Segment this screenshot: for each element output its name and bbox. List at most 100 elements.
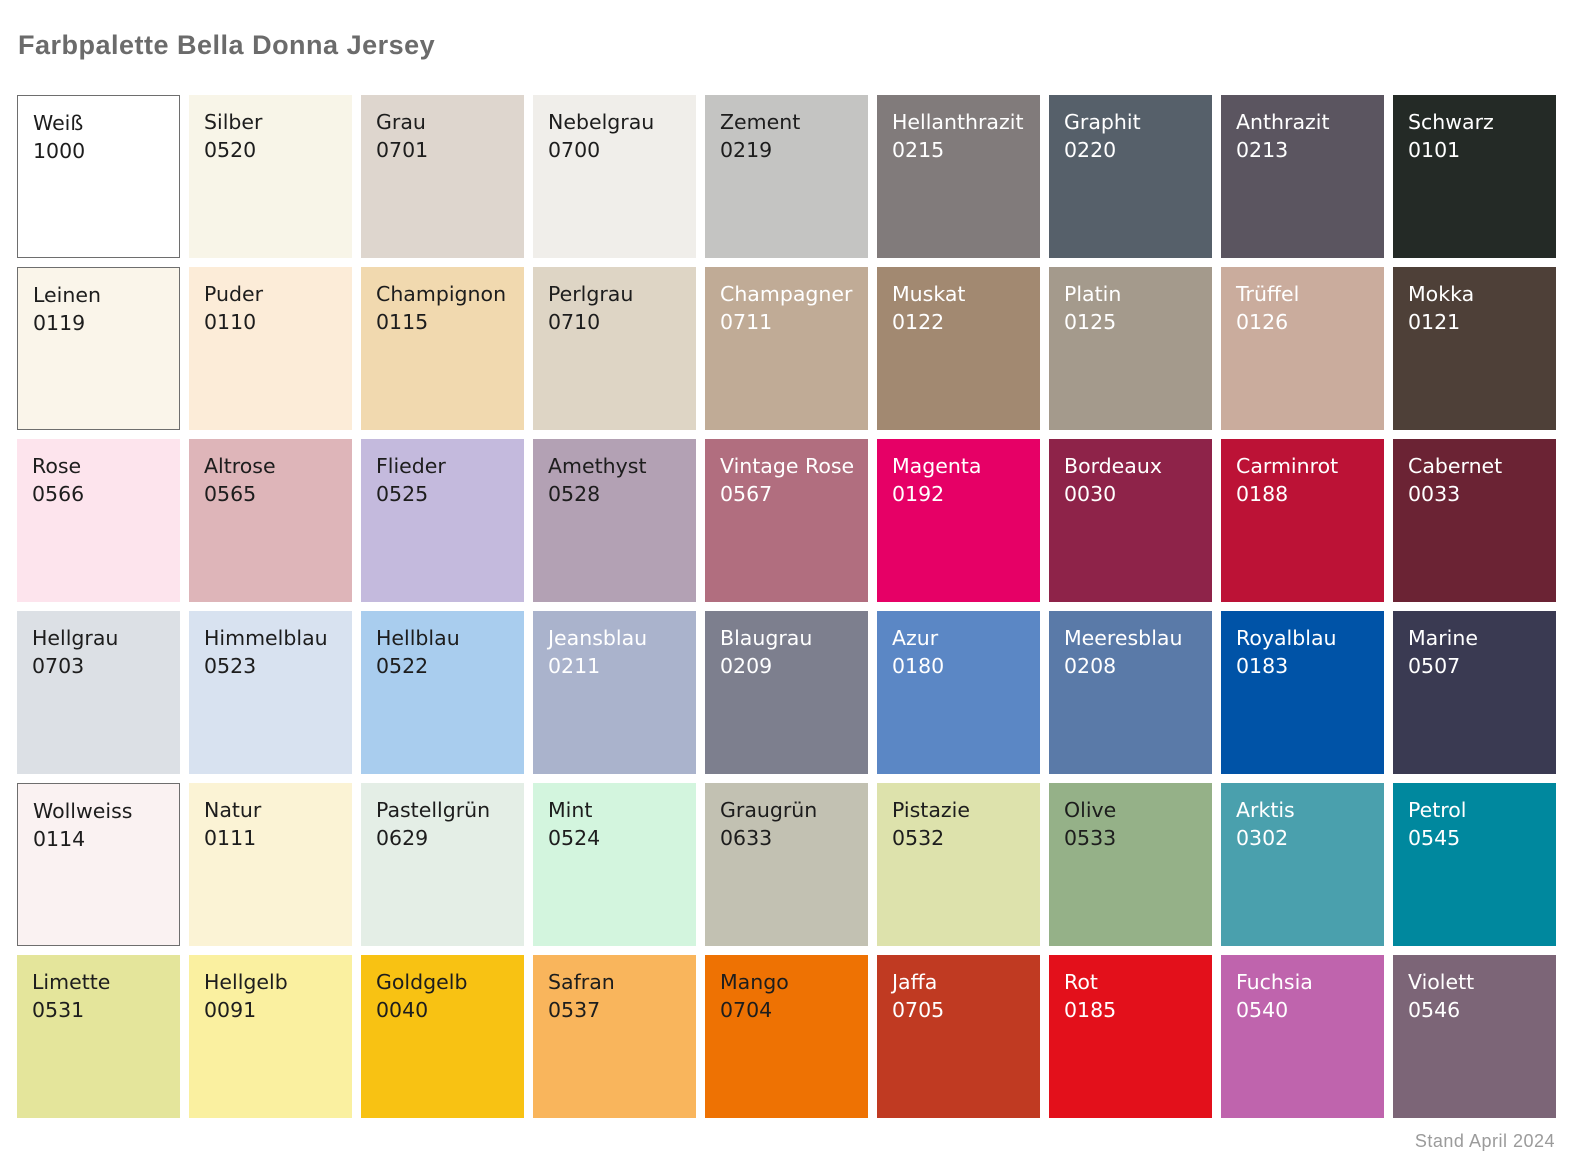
color-swatch: Altrose0565	[189, 439, 352, 602]
swatch-code: 0302	[1236, 824, 1369, 852]
color-swatch: Trüffel0126	[1221, 267, 1384, 430]
swatch-name: Olive	[1064, 796, 1197, 824]
color-swatch: Vintage Rose0567	[705, 439, 868, 602]
color-swatch: Grau0701	[361, 95, 524, 258]
swatch-code: 0183	[1236, 652, 1369, 680]
color-swatch: Natur0111	[189, 783, 352, 946]
swatch-name: Goldgelb	[376, 968, 509, 996]
color-swatch: Petrol0545	[1393, 783, 1556, 946]
swatch-code: 0701	[376, 136, 509, 164]
swatch-name: Blaugrau	[720, 624, 853, 652]
swatch-code: 1000	[33, 137, 164, 165]
color-palette-page: Farbpalette Bella Donna Jersey Weiß1000S…	[0, 0, 1572, 1170]
swatch-name: Cabernet	[1408, 452, 1541, 480]
swatch-name: Mint	[548, 796, 681, 824]
swatch-code: 0208	[1064, 652, 1197, 680]
color-swatch: Champagner0711	[705, 267, 868, 430]
swatch-code: 0629	[376, 824, 509, 852]
color-swatch: Champignon0115	[361, 267, 524, 430]
swatch-code: 0703	[32, 652, 165, 680]
swatch-name: Violett	[1408, 968, 1541, 996]
swatch-name: Vintage Rose	[720, 452, 853, 480]
color-swatch: Olive0533	[1049, 783, 1212, 946]
swatch-code: 0119	[33, 309, 164, 337]
color-swatch: Jeansblau0211	[533, 611, 696, 774]
color-swatch: Safran0537	[533, 955, 696, 1118]
swatch-code: 0710	[548, 308, 681, 336]
swatch-code: 0537	[548, 996, 681, 1024]
swatch-name: Petrol	[1408, 796, 1541, 824]
swatch-code: 0507	[1408, 652, 1541, 680]
swatch-code: 0185	[1064, 996, 1197, 1024]
color-swatch: Puder0110	[189, 267, 352, 430]
swatch-name: Flieder	[376, 452, 509, 480]
color-swatch: Limette0531	[17, 955, 180, 1118]
swatch-code: 0711	[720, 308, 853, 336]
color-swatch: Cabernet0033	[1393, 439, 1556, 602]
swatch-name: Anthrazit	[1236, 108, 1369, 136]
palette-grid: Weiß1000Silber0520Grau0701Nebelgrau0700Z…	[17, 95, 1556, 1118]
swatch-name: Muskat	[892, 280, 1025, 308]
swatch-name: Jeansblau	[548, 624, 681, 652]
swatch-code: 0219	[720, 136, 853, 164]
swatch-code: 0122	[892, 308, 1025, 336]
swatch-name: Mango	[720, 968, 853, 996]
color-swatch: Perlgrau0710	[533, 267, 696, 430]
swatch-name: Graphit	[1064, 108, 1197, 136]
swatch-code: 0125	[1064, 308, 1197, 336]
swatch-code: 0567	[720, 480, 853, 508]
swatch-code: 0520	[204, 136, 337, 164]
swatch-code: 0114	[33, 825, 164, 853]
swatch-name: Wollweiss	[33, 797, 164, 825]
swatch-code: 0220	[1064, 136, 1197, 164]
swatch-code: 0533	[1064, 824, 1197, 852]
color-swatch: Bordeaux0030	[1049, 439, 1212, 602]
swatch-name: Hellanthrazit	[892, 108, 1025, 136]
swatch-code: 0115	[376, 308, 509, 336]
color-swatch: Graugrün0633	[705, 783, 868, 946]
color-swatch: Platin0125	[1049, 267, 1212, 430]
swatch-name: Himmelblau	[204, 624, 337, 652]
color-swatch: Mango0704	[705, 955, 868, 1118]
swatch-name: Jaffa	[892, 968, 1025, 996]
swatch-code: 0110	[204, 308, 337, 336]
swatch-code: 0121	[1408, 308, 1541, 336]
color-swatch: Hellblau0522	[361, 611, 524, 774]
color-swatch: Goldgelb0040	[361, 955, 524, 1118]
color-swatch: Wollweiss0114	[17, 783, 180, 946]
swatch-name: Safran	[548, 968, 681, 996]
swatch-name: Altrose	[204, 452, 337, 480]
swatch-code: 0531	[32, 996, 165, 1024]
color-swatch: Nebelgrau0700	[533, 95, 696, 258]
swatch-code: 0033	[1408, 480, 1541, 508]
swatch-code: 0192	[892, 480, 1025, 508]
swatch-code: 0030	[1064, 480, 1197, 508]
swatch-code: 0532	[892, 824, 1025, 852]
swatch-code: 0101	[1408, 136, 1541, 164]
swatch-code: 0566	[32, 480, 165, 508]
swatch-code: 0180	[892, 652, 1025, 680]
color-swatch: Jaffa0705	[877, 955, 1040, 1118]
swatch-name: Zement	[720, 108, 853, 136]
swatch-name: Schwarz	[1408, 108, 1541, 136]
color-swatch: Mint0524	[533, 783, 696, 946]
swatch-code: 0091	[204, 996, 337, 1024]
swatch-name: Platin	[1064, 280, 1197, 308]
color-swatch: Blaugrau0209	[705, 611, 868, 774]
swatch-code: 0700	[548, 136, 681, 164]
swatch-name: Hellgrau	[32, 624, 165, 652]
color-swatch: Himmelblau0523	[189, 611, 352, 774]
swatch-code: 0111	[204, 824, 337, 852]
color-swatch: Weiß1000	[17, 95, 180, 258]
swatch-code: 0188	[1236, 480, 1369, 508]
swatch-code: 0215	[892, 136, 1025, 164]
swatch-name: Bordeaux	[1064, 452, 1197, 480]
swatch-code: 0546	[1408, 996, 1541, 1024]
color-swatch: Royalblau0183	[1221, 611, 1384, 774]
swatch-code: 0545	[1408, 824, 1541, 852]
color-swatch: Flieder0525	[361, 439, 524, 602]
swatch-name: Hellblau	[376, 624, 509, 652]
swatch-code: 0524	[548, 824, 681, 852]
color-swatch: Marine0507	[1393, 611, 1556, 774]
swatch-code: 0540	[1236, 996, 1369, 1024]
